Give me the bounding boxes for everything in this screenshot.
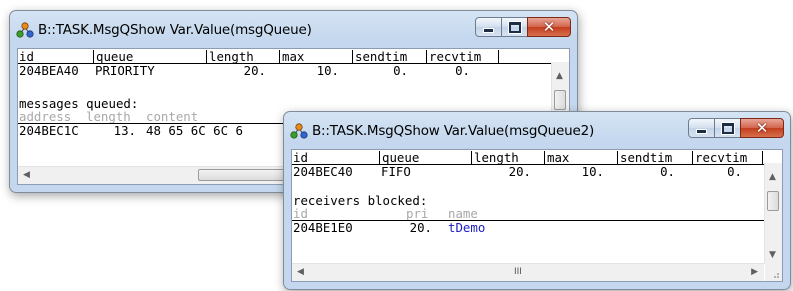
cell-queue: PRIORITY [95, 63, 155, 78]
cell-id: 204BEA40 [19, 63, 79, 78]
vertical-scrollbar[interactable]: ▲ ▼ [764, 163, 782, 264]
minimize-icon [483, 27, 494, 33]
cell-max: 10. [316, 63, 339, 78]
window-title: B::TASK.MsgQShow Var.Value(msgQueue) [38, 22, 312, 38]
horizontal-scrollbar[interactable]: ◀ III ▶ [292, 263, 764, 281]
column-header: queue [379, 151, 419, 164]
minimize-button[interactable] [688, 118, 715, 138]
window-title: B::TASK.MsgQShow Var.Value(msgQueue2) [312, 123, 595, 139]
cell-sendtim: 0. [660, 164, 675, 179]
close-button[interactable]: ✕ [527, 17, 571, 37]
scroll-up-icon[interactable]: ▲ [769, 173, 776, 182]
size-grip[interactable] [765, 264, 782, 281]
column-header: recvtim [426, 50, 481, 63]
window-msgqueue2[interactable]: B::TASK.MsgQShow Var.Value(msgQueue2) ✕ … [283, 111, 791, 290]
title-bar[interactable]: B::TASK.MsgQShow Var.Value(msgQueue2) ✕ [284, 112, 790, 150]
message-content: 48 65 6C 6C 6 [146, 123, 243, 138]
scroll-down-icon[interactable]: ▼ [769, 251, 776, 260]
scroll-grip[interactable]: III [514, 266, 522, 279]
scroll-left-icon[interactable]: ◀ [23, 171, 30, 180]
close-button[interactable]: ✕ [740, 118, 784, 138]
scroll-up-icon[interactable]: ▲ [556, 72, 563, 81]
sub-header: address [19, 109, 72, 124]
column-header: sendtim [352, 50, 407, 63]
size-grip-icon [774, 273, 779, 278]
cell-length: 20. [508, 164, 531, 179]
cell-length: 20. [243, 63, 266, 78]
sub-header: pri [406, 206, 429, 221]
column-header: max [279, 50, 304, 63]
close-icon: ✕ [542, 18, 556, 36]
cell-id: 204BEC40 [293, 164, 353, 179]
sub-header: content [146, 109, 199, 124]
maximize-button[interactable] [714, 118, 741, 138]
column-header: recvtim [692, 151, 747, 164]
receiver-name-link[interactable]: tDemo [448, 221, 485, 234]
column-header: id [19, 49, 34, 64]
app-icon [290, 123, 308, 139]
column-header: length [471, 151, 519, 164]
column-header: id [293, 150, 308, 165]
maximize-icon [720, 121, 735, 135]
maximize-button[interactable] [501, 17, 528, 37]
cell-recvtim: 0. [455, 63, 470, 78]
minimize-icon [696, 128, 707, 134]
cell-max: 10. [581, 164, 604, 179]
receiver-id: 204BE1E0 [293, 220, 353, 235]
column-header: max [544, 151, 569, 164]
cell-queue: FIFO [381, 164, 411, 179]
maximize-icon [507, 20, 522, 34]
sub-header: length [86, 109, 131, 124]
column-header: queue [93, 50, 133, 63]
message-address: 204BEC1C [19, 123, 79, 138]
window-content: id queue length max sendtim recvtim 204B… [291, 149, 783, 282]
message-length: 13. [113, 123, 136, 138]
scroll-left-icon[interactable]: ◀ [297, 268, 304, 277]
title-bar[interactable]: B::TASK.MsgQShow Var.Value(msgQueue) ✕ [10, 11, 577, 49]
cell-recvtim: 0. [727, 164, 742, 179]
minimize-button[interactable] [475, 17, 502, 37]
sub-header: id [293, 206, 308, 221]
column-header: sendtim [617, 151, 672, 164]
column-header: length [206, 50, 254, 63]
app-icon [16, 22, 34, 38]
sub-header: name [448, 206, 478, 221]
close-icon: ✕ [755, 119, 769, 137]
receiver-pri: 20. [409, 220, 432, 235]
scroll-right-icon[interactable]: ▶ [751, 268, 758, 277]
cell-sendtim: 0. [393, 63, 408, 78]
scroll-thumb[interactable] [554, 90, 566, 110]
scroll-thumb[interactable] [767, 191, 779, 211]
